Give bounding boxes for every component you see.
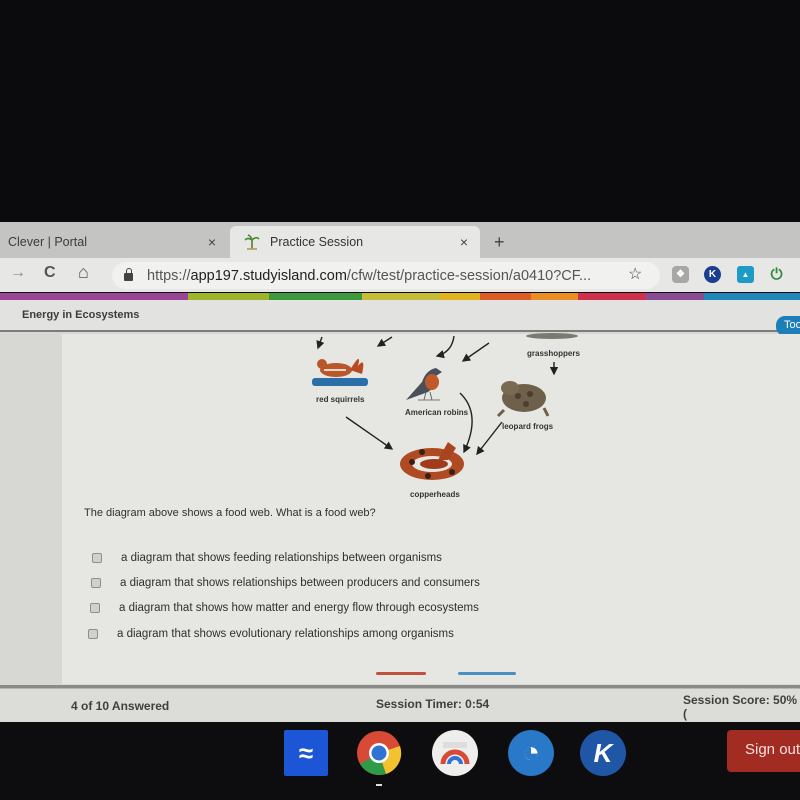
answered-count: 4 of 10 Answered: [71, 699, 170, 713]
close-tab-icon[interactable]: ×: [208, 234, 216, 250]
question-text: The diagram above shows a food web. What…: [84, 507, 376, 519]
new-tab-button[interactable]: +: [494, 232, 505, 253]
grasshopper-image: [526, 333, 578, 339]
organism-label: red squirrels: [316, 395, 365, 404]
arrow: [376, 336, 393, 347]
question-panel: grasshoppers red squirrels American robi…: [62, 333, 800, 684]
color-segment: [480, 293, 531, 300]
power-extension-icon[interactable]: ⏻: [768, 266, 785, 283]
close-tab-icon[interactable]: ×: [460, 234, 468, 250]
arrow: [345, 416, 394, 450]
answer-label[interactable]: a diagram that shows how matter and ener…: [119, 602, 479, 614]
extension-puzzle-icon[interactable]: ❖: [672, 266, 689, 283]
kami-extension-icon[interactable]: K: [704, 266, 721, 283]
palm-tree-icon: [244, 234, 260, 250]
answer-checkbox[interactable]: [92, 553, 102, 563]
screen: Clever | Portal × Practice Session × + →…: [0, 0, 800, 800]
color-segment: [578, 293, 646, 300]
color-segment: [0, 293, 188, 300]
answer-option[interactable]: a diagram that shows feeding relationshi…: [92, 552, 442, 564]
red-squirrel-image: [312, 358, 368, 386]
tab-strip: Clever | Portal × Practice Session ×: [0, 222, 800, 258]
home-icon[interactable]: ⌂: [78, 262, 89, 283]
web-store-app-icon[interactable]: [432, 730, 478, 776]
american-robin-image: [406, 368, 442, 401]
screencastify-extension-icon[interactable]: ▲: [737, 266, 754, 283]
practice-page: Energy in Ecosystems Too grasshoppers re…: [0, 300, 800, 720]
copperhead-image: [400, 442, 464, 480]
answer-checkbox[interactable]: [90, 603, 100, 613]
answer-option[interactable]: a diagram that shows relationships betwe…: [91, 577, 480, 589]
bookmark-star-icon[interactable]: ☆: [628, 264, 642, 284]
arrow: [461, 342, 490, 362]
arrow: [476, 421, 503, 456]
kahoot-app-icon[interactable]: K: [580, 730, 626, 776]
next-button-edge[interactable]: [458, 672, 516, 675]
url-path: /cfw/test/practice-session/a0410?CF...: [346, 267, 592, 284]
answer-option[interactable]: a diagram that shows how matter and ener…: [90, 602, 479, 614]
url-host: app197.studyisland.com: [190, 267, 347, 284]
tab-title: Clever | Portal: [8, 235, 87, 249]
color-segment: [440, 293, 480, 300]
organism-label: copperheads: [410, 490, 460, 499]
answer-label[interactable]: a diagram that shows relationships betwe…: [120, 577, 480, 589]
color-segment: [269, 293, 362, 300]
arrow: [435, 335, 455, 359]
organism-label: grasshoppers: [527, 349, 580, 358]
food-web-diagram: grasshoppers red squirrels American robi…: [292, 333, 580, 504]
session-timer: Session Timer: 0:54: [376, 697, 490, 711]
organism-label: American robins: [405, 408, 469, 417]
leopard-frog-image: [496, 381, 550, 418]
session-score: Session Score: 50% (: [683, 693, 798, 721]
answer-checkbox[interactable]: [91, 578, 101, 588]
chrome-app-icon[interactable]: [356, 730, 402, 776]
color-segment: [646, 293, 704, 300]
tools-button[interactable]: Too: [776, 316, 800, 336]
tab-title: Practice Session: [270, 235, 364, 249]
color-segment: [531, 293, 578, 300]
reload-icon[interactable]: C: [44, 264, 56, 282]
address-bar[interactable]: https://app197.studyisland.com/cfw/test/…: [112, 262, 660, 289]
submit-button-edge[interactable]: [376, 672, 426, 675]
answer-label[interactable]: a diagram that shows feeding relationshi…: [121, 552, 442, 564]
organism-label: leopard frogs: [502, 422, 554, 431]
color-segment: [188, 293, 269, 300]
answer-checkbox[interactable]: [88, 629, 98, 639]
lock-icon: [124, 267, 133, 281]
answer-option[interactable]: a diagram that shows evolutionary relati…: [88, 628, 454, 640]
launcher-app-icon[interactable]: ≈: [284, 730, 328, 776]
page-header: Energy in Ecosystems Too: [0, 300, 800, 336]
arrow: [316, 336, 325, 350]
tab-practice-session[interactable]: Practice Session ×: [230, 226, 480, 258]
color-segment: [704, 293, 800, 300]
answer-label[interactable]: a diagram that shows evolutionary relati…: [117, 628, 454, 640]
forward-icon[interactable]: →: [10, 264, 26, 282]
page-title: Energy in Ecosystems: [22, 309, 140, 321]
sign-out-button[interactable]: Sign out: [727, 730, 800, 772]
url-scheme: https://: [147, 267, 191, 284]
session-status-bar: 4 of 10 Answered Session Timer: 0:54 Ses…: [0, 688, 800, 722]
ce-app-icon[interactable]: ◔: [508, 730, 554, 776]
running-indicator: [376, 784, 382, 786]
browser-toolbar: → C ⌂ https://app197.studyisland.com/cfw…: [0, 258, 800, 292]
color-segment: [362, 293, 440, 300]
subject-color-bar: [0, 293, 800, 300]
tab-clever-portal[interactable]: Clever | Portal ×: [0, 226, 228, 258]
os-shelf: ≈ ◔ K Sign out: [0, 722, 800, 800]
